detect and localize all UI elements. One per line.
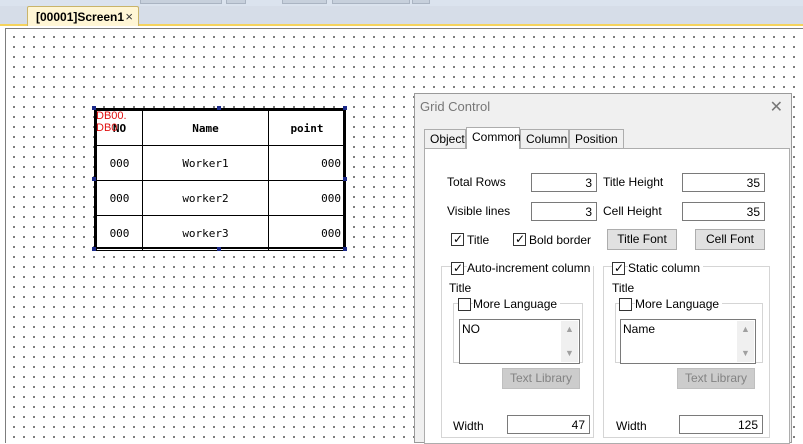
toolbar-segment	[140, 0, 222, 4]
scroll-up-icon[interactable]: ▲	[737, 321, 754, 338]
static-more-language-label[interactable]: More Language	[635, 297, 723, 311]
grid-table: NO Name point 000 Worker1 000 000 worker…	[96, 110, 346, 251]
static-width-input[interactable]: 125	[679, 415, 763, 434]
db-address-tag: DB0	[96, 122, 118, 134]
auto-more-language-checkbox[interactable]	[458, 298, 471, 311]
toolbar-segment	[226, 0, 246, 4]
document-tab-bar: [00001]Screen1 ×	[0, 6, 803, 26]
tab-object[interactable]: Object	[424, 129, 466, 148]
screen-tab-label: [00001]Screen1	[36, 10, 125, 24]
grid-cell: 000	[268, 215, 346, 251]
static-text-library-button[interactable]: Text Library	[677, 368, 755, 389]
auto-increment-checkbox[interactable]: ✓	[451, 261, 464, 275]
resize-handle[interactable]	[92, 177, 96, 181]
bold-border-checkbox[interactable]: ✓	[513, 232, 526, 246]
static-more-language-checkbox[interactable]	[619, 298, 632, 311]
grid-cell: 000	[96, 215, 143, 251]
grid-cell: 000	[268, 145, 346, 181]
dialog-title: Grid Control	[420, 99, 491, 114]
static-title-textarea[interactable]: Name ▲ ▼	[620, 319, 756, 364]
grid-cell: 000	[268, 180, 346, 216]
auto-title-text: NO	[462, 322, 480, 336]
auto-text-library-button[interactable]: Text Library	[502, 368, 580, 389]
grid-control-dialog: Grid Control ✕ Object Common Column Posi…	[414, 93, 792, 444]
total-rows-label: Total Rows	[447, 175, 506, 189]
cell-font-button[interactable]: Cell Font	[695, 229, 765, 250]
scroll-down-icon[interactable]: ▼	[561, 345, 578, 362]
cell-height-label: Cell Height	[603, 204, 662, 218]
grid-row: 000 worker3 000	[96, 215, 346, 251]
grid-cell: 000	[96, 180, 143, 216]
grid-cell: 000	[96, 145, 143, 181]
scroll-up-icon[interactable]: ▲	[561, 321, 578, 338]
auto-increment-label[interactable]: Auto-increment column	[467, 261, 594, 275]
auto-more-language-label[interactable]: More Language	[473, 297, 561, 311]
static-column-label[interactable]: Static column	[628, 261, 704, 275]
auto-width-input[interactable]: 47	[507, 415, 590, 434]
title-checkbox[interactable]: ✓	[451, 232, 464, 246]
scrollbar[interactable]: ▲ ▼	[561, 321, 578, 362]
grid-cell: worker2	[142, 180, 269, 216]
title-font-button[interactable]: Title Font	[607, 229, 677, 250]
resize-handle[interactable]	[343, 106, 347, 110]
checkmark-icon: ✓	[453, 232, 464, 246]
grid-widget[interactable]: NO Name point 000 Worker1 000 000 worker…	[94, 108, 346, 251]
visible-lines-input[interactable]: 3	[531, 202, 597, 221]
tab-column[interactable]: Column	[520, 129, 569, 148]
scroll-down-icon[interactable]: ▼	[737, 345, 754, 362]
static-title-label: Title	[612, 281, 635, 295]
bold-border-label[interactable]: Bold border	[529, 233, 591, 247]
toolbar-segment	[282, 0, 327, 4]
grid-header-row: NO Name point	[96, 110, 346, 146]
title-height-input[interactable]: 35	[682, 173, 765, 192]
visible-lines-label: Visible lines	[447, 204, 511, 218]
auto-title-textarea[interactable]: NO ▲ ▼	[459, 319, 580, 364]
db-address-tag: DB00.	[96, 110, 127, 122]
screen-tab[interactable]: [00001]Screen1 ×	[27, 6, 139, 26]
toolbar-segment	[412, 0, 430, 4]
resize-handle[interactable]	[92, 106, 96, 110]
title-checkbox-label[interactable]: Title	[467, 233, 489, 247]
resize-handle[interactable]	[217, 247, 221, 251]
toolbar-segment	[332, 0, 410, 4]
resize-handle[interactable]	[217, 106, 221, 110]
auto-title-label: Title	[449, 281, 472, 295]
tab-common[interactable]: Common	[466, 127, 521, 149]
title-height-label: Title Height	[603, 175, 664, 189]
common-tab-panel: Total Rows 3 Title Height 35 Visible lin…	[424, 148, 790, 444]
resize-handle[interactable]	[92, 247, 96, 251]
resize-handle[interactable]	[343, 247, 347, 251]
total-rows-input[interactable]: 3	[531, 173, 597, 192]
auto-width-label: Width	[453, 419, 484, 433]
grid-header-cell: point	[268, 110, 346, 146]
close-icon[interactable]: ×	[125, 9, 133, 24]
grid-cell: worker3	[142, 215, 269, 251]
tab-position[interactable]: Position	[569, 129, 624, 148]
grid-cell: Worker1	[142, 145, 269, 181]
grid-header-cell: Name	[142, 110, 269, 146]
scrollbar[interactable]: ▲ ▼	[737, 321, 754, 362]
checkmark-icon: ✓	[453, 261, 464, 275]
static-title-text: Name	[623, 322, 656, 336]
checkmark-icon: ✓	[614, 261, 625, 275]
static-column-checkbox[interactable]: ✓	[612, 261, 625, 275]
cell-height-input[interactable]: 35	[682, 202, 765, 221]
static-width-label: Width	[616, 419, 647, 433]
resize-handle[interactable]	[343, 177, 347, 181]
checkmark-icon: ✓	[515, 232, 526, 246]
grid-row: 000 Worker1 000	[96, 145, 346, 181]
close-icon[interactable]: ✕	[770, 97, 783, 117]
grid-row: 000 worker2 000	[96, 180, 346, 216]
